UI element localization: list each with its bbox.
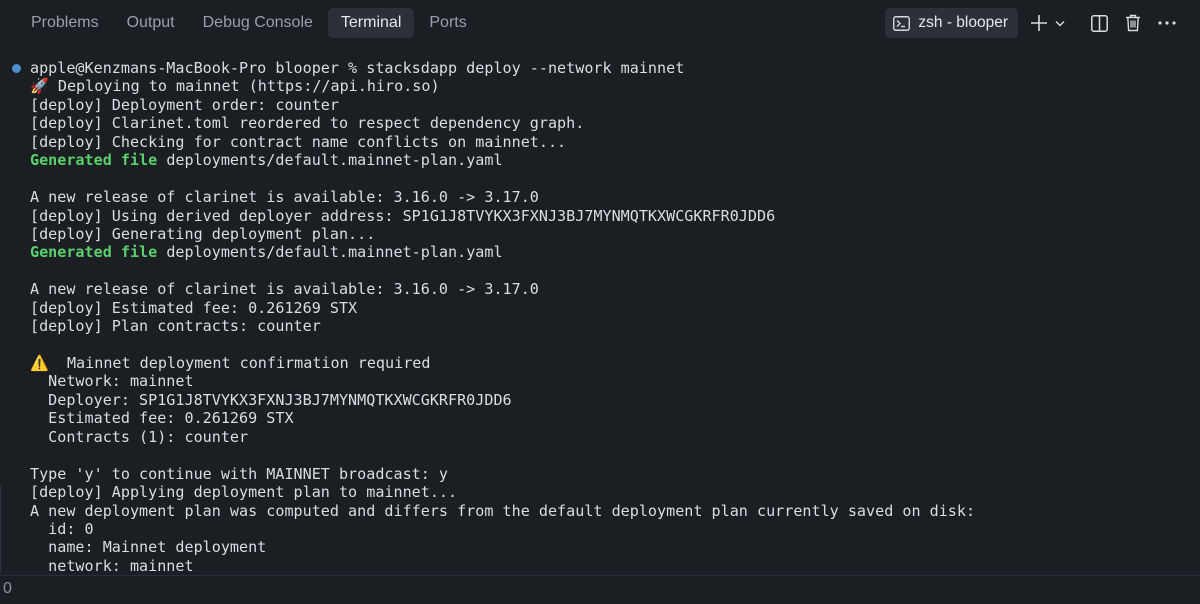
terminal-line-text: [deploy] Applying deployment plan to mai… bbox=[30, 483, 458, 502]
trash-icon bbox=[1125, 14, 1141, 32]
kill-terminal-button[interactable] bbox=[1116, 8, 1150, 38]
status-divider bbox=[0, 575, 1200, 576]
generated-file-label: Generated file bbox=[30, 243, 158, 262]
more-actions-button[interactable] bbox=[1150, 8, 1184, 38]
terminal-picker-label: zsh - blooper bbox=[918, 14, 1008, 31]
terminal-line: Estimated fee: 0.261269 STX bbox=[30, 409, 1200, 427]
terminal-line: Type 'y' to continue with MAINNET broadc… bbox=[30, 465, 1200, 483]
terminal-line-text: [deploy] Plan contracts: counter bbox=[30, 317, 321, 336]
terminal-line-text: deployments/default.mainnet-plan.yaml bbox=[157, 151, 503, 170]
chevron-down-icon bbox=[1055, 20, 1065, 27]
terminal-line-text: [deploy] Estimated fee: 0.261269 STX bbox=[30, 298, 358, 317]
terminal-line-text: [deploy] Using derived deployer address:… bbox=[30, 206, 776, 225]
terminal-line: A new release of clarinet is available: … bbox=[30, 280, 1200, 298]
terminal-line-text: Contracts (1): counter bbox=[30, 427, 249, 446]
terminal-line-text: [deploy] Clarinet.toml reordered to resp… bbox=[30, 114, 585, 133]
terminal-line-text: [deploy] Checking for contract name conf… bbox=[30, 132, 567, 151]
terminal-line-text: network: mainnet bbox=[30, 556, 194, 575]
terminal-line-text: A new release of clarinet is available: … bbox=[30, 280, 539, 299]
terminal-line-text: [deploy] Generating deployment plan... bbox=[30, 224, 376, 243]
more-icon bbox=[1158, 21, 1176, 25]
terminal-line: [deploy] Clarinet.toml reordered to resp… bbox=[30, 114, 1200, 132]
command-status-marker[interactable] bbox=[12, 64, 21, 73]
terminal-line: id: 0 bbox=[30, 520, 1200, 538]
tab-output[interactable]: Output bbox=[114, 8, 188, 38]
terminal-line: 🚀 Deploying to mainnet (https://api.hiro… bbox=[30, 77, 1200, 95]
terminal-line-text: Estimated fee: 0.261269 STX bbox=[30, 409, 294, 428]
terminal-line: [deploy] Checking for contract name conf… bbox=[30, 133, 1200, 151]
terminal-line: Network: mainnet bbox=[30, 372, 1200, 390]
add-terminal-button[interactable] bbox=[1026, 8, 1052, 38]
gutter-guide bbox=[0, 485, 1, 573]
terminal-line: [deploy] Deployment order: counter bbox=[30, 96, 1200, 114]
terminal-line: [deploy] Applying deployment plan to mai… bbox=[30, 483, 1200, 501]
terminal-line: ⚠️ Mainnet deployment confirmation requi… bbox=[30, 354, 1200, 372]
terminal-dropdown-button[interactable] bbox=[1052, 8, 1068, 38]
split-terminal-icon bbox=[1090, 14, 1108, 32]
terminal-line: A new deployment plan was computed and d… bbox=[30, 502, 1200, 520]
terminal-line: Deployer: SP1G1J8TVYKX3FXNJ3BJ7MYNMQTKXW… bbox=[30, 391, 1200, 409]
terminal-controls: zsh - blooper bbox=[885, 0, 1200, 46]
terminal-line-text: [deploy] Deployment order: counter bbox=[30, 95, 339, 114]
terminal-line-text: Type 'y' to continue with MAINNET broadc… bbox=[30, 464, 449, 483]
terminal-line: Generated file deployments/default.mainn… bbox=[30, 151, 1200, 169]
tab-terminal[interactable]: Terminal bbox=[327, 8, 415, 38]
terminal-line-text: ⚠️ Mainnet deployment confirmation requi… bbox=[30, 354, 431, 372]
terminal-line: A new release of clarinet is available: … bbox=[30, 188, 1200, 206]
terminal-line-text: name: Mainnet deployment bbox=[30, 538, 267, 557]
terminal-line: apple@Kenzmans-MacBook-Pro blooper % sta… bbox=[30, 59, 1200, 77]
terminal-line: [deploy] Plan contracts: counter bbox=[30, 317, 1200, 335]
terminal-line-text: A new release of clarinet is available: … bbox=[30, 188, 539, 207]
generated-file-label: Generated file bbox=[30, 151, 158, 170]
terminal-line: Contracts (1): counter bbox=[30, 428, 1200, 446]
split-terminal-button[interactable] bbox=[1082, 8, 1116, 38]
terminal-line-text: id: 0 bbox=[30, 519, 94, 538]
terminal-line: Generated file deployments/default.mainn… bbox=[30, 243, 1200, 261]
terminal-output[interactable]: apple@Kenzmans-MacBook-Pro blooper % sta… bbox=[30, 59, 1200, 575]
tab-ports[interactable]: Ports bbox=[416, 8, 479, 38]
terminal-line-text: A new deployment plan was computed and d… bbox=[30, 501, 976, 520]
tab-problems[interactable]: Problems bbox=[18, 8, 112, 38]
terminal-line-text: deployments/default.mainnet-plan.yaml bbox=[157, 243, 503, 262]
terminal-line-text: Deployer: SP1G1J8TVYKX3FXNJ3BJ7MYNMQTKXW… bbox=[30, 390, 512, 409]
terminal-picker[interactable]: zsh - blooper bbox=[885, 8, 1018, 38]
add-terminal-icon bbox=[1030, 14, 1048, 32]
terminal-icon bbox=[893, 15, 911, 31]
terminal-line-text: Network: mainnet bbox=[30, 372, 194, 391]
terminal-line: [deploy] Using derived deployer address:… bbox=[30, 207, 1200, 225]
terminal-line: network: mainnet bbox=[30, 557, 1200, 575]
terminal-line: name: Mainnet deployment bbox=[30, 538, 1200, 556]
terminal-line: [deploy] Generating deployment plan... bbox=[30, 225, 1200, 243]
tab-debug-console[interactable]: Debug Console bbox=[190, 8, 326, 38]
terminal-line: [deploy] Estimated fee: 0.261269 STX bbox=[30, 299, 1200, 317]
status-value: 0 bbox=[3, 580, 12, 597]
panel-tabs: Problems Output Debug Console Terminal Ports bbox=[0, 8, 480, 38]
terminal-line-text: apple@Kenzmans-MacBook-Pro blooper % sta… bbox=[30, 59, 685, 77]
terminal-line-text: 🚀 Deploying to mainnet (https://api.hiro… bbox=[30, 77, 440, 96]
